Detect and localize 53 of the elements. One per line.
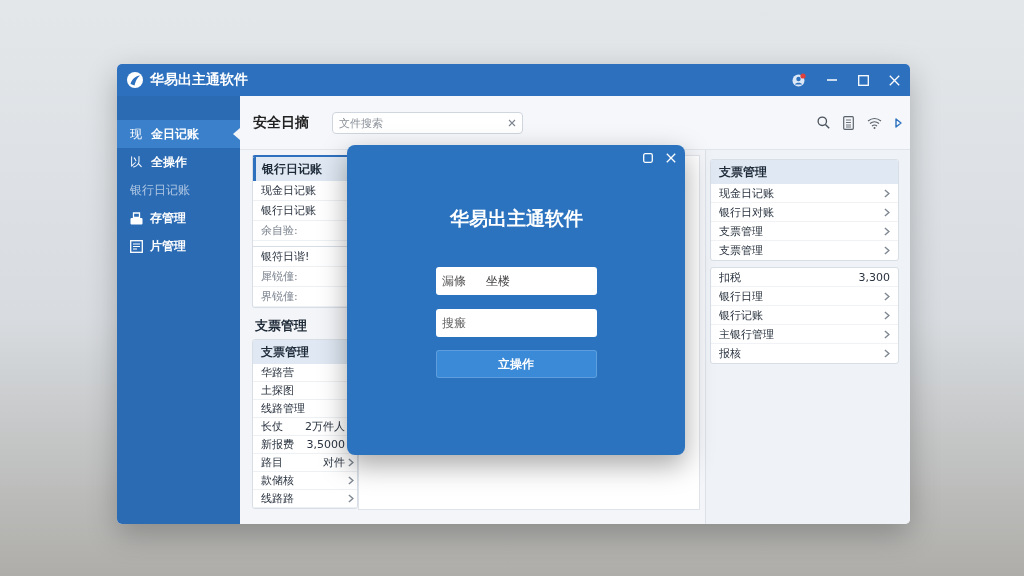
row-label: 线路管理 [261, 401, 305, 416]
row-label[interactable]: 现金日记账 [719, 185, 774, 201]
section-title: 支票管理 [255, 317, 308, 335]
caret-right-icon[interactable] [895, 117, 902, 128]
sidebar-item[interactable]: 现 金日记账 [117, 120, 240, 148]
row-label: 路目 [261, 455, 283, 470]
close-icon[interactable] [889, 74, 900, 86]
row-label[interactable]: 界锐僮: [261, 289, 298, 304]
search-icon[interactable] [817, 116, 830, 129]
window-title: 华易出主通软件 [150, 71, 248, 89]
row-label[interactable]: 主银行管理 [719, 326, 774, 342]
tray-icon [130, 211, 143, 225]
close-icon[interactable] [666, 153, 676, 163]
row-label[interactable]: 报核 [719, 346, 741, 361]
sidebar-item[interactable]: 片管理 [117, 232, 240, 260]
row-label: 长仗 [261, 419, 283, 434]
row-label[interactable]: 支票管理 [719, 223, 763, 239]
row-value: 对件 [323, 455, 345, 470]
row-value: 3,5000 [306, 438, 345, 451]
input-field[interactable]: 搜瘢 [435, 309, 597, 337]
row-label[interactable]: 现金日记账 [261, 183, 316, 198]
sidebar-item[interactable]: 存管理 [117, 204, 240, 232]
logo-icon [127, 72, 143, 88]
row-label: 土探图 [261, 383, 294, 398]
form-icon [130, 239, 143, 253]
clear-icon[interactable] [508, 118, 516, 127]
maximize-icon[interactable] [858, 74, 869, 86]
user-status-icon[interactable] [792, 73, 806, 87]
row-value: 3,300 [858, 270, 890, 284]
dialog-title: 华易出主通软件 [449, 206, 583, 230]
document-icon[interactable] [843, 115, 854, 130]
row-value: 2万件人 [305, 419, 345, 434]
row-label[interactable]: 银行记账 [719, 307, 763, 323]
row-label: 新报费 [261, 437, 294, 452]
row-label[interactable]: 银行日理 [719, 288, 763, 304]
page-title: 安全日摘 [253, 113, 310, 132]
card-header: 支票管理 [711, 160, 898, 184]
row-label[interactable]: 犀锐僮: [261, 269, 298, 284]
row-label[interactable]: 扣税 [719, 269, 741, 285]
submit-button[interactable]: 立操作 [435, 350, 597, 378]
row-label[interactable]: 银符日谐! [261, 249, 310, 264]
row-label[interactable]: 余自验: [261, 223, 298, 238]
row-label[interactable]: 支票管理 [719, 243, 763, 258]
row-label[interactable]: 银行日对账 [719, 204, 774, 220]
row-label: 线路路 [261, 491, 294, 506]
maximize-icon[interactable] [643, 153, 653, 163]
row-label: 华路营 [261, 365, 294, 380]
row-label[interactable]: 银行日记账 [261, 203, 316, 218]
search-field[interactable]: 文件搜索 [332, 112, 523, 134]
field-label: 漏條 [441, 274, 466, 288]
sidebar-item[interactable]: 以 全操作 [117, 148, 240, 176]
wifi-icon[interactable] [867, 116, 882, 129]
row-label: 款储核 [261, 473, 294, 488]
